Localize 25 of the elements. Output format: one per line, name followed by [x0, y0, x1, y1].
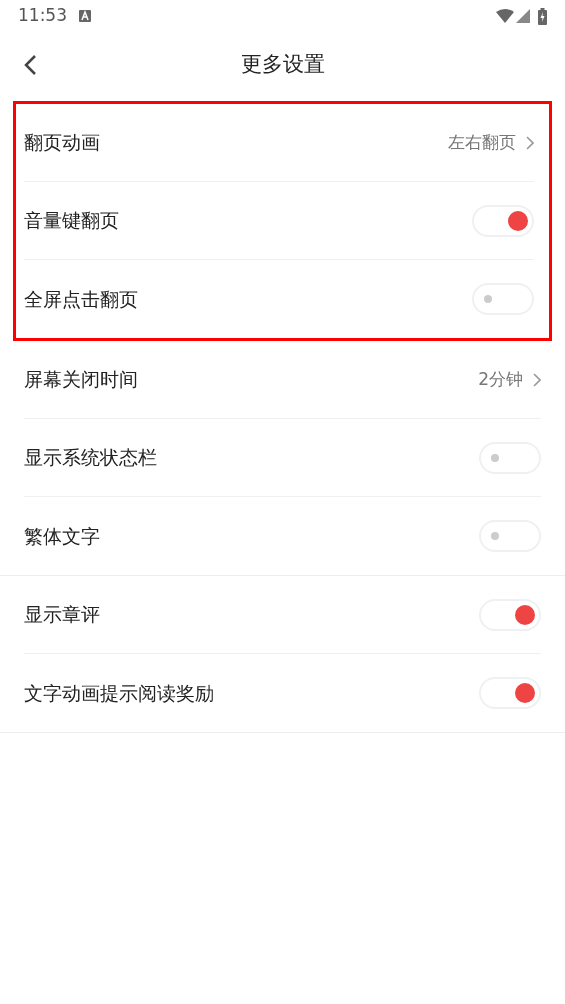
battery-icon [538, 7, 547, 25]
setting-label: 音量键翻页 [24, 208, 120, 234]
chevron-icon [533, 372, 541, 387]
value-selector[interactable]: 2分钟 [478, 366, 541, 393]
toggle-switch[interactable] [479, 441, 541, 474]
toggle-switch[interactable] [479, 677, 541, 709]
setting-label: 全屏点击翻页 [24, 286, 139, 312]
toggle-switch[interactable] [472, 283, 534, 315]
toggle-switch[interactable] [479, 598, 541, 631]
setting-label: 文字动画提示阅读奖励 [24, 680, 215, 706]
page-title: 更多设置 [240, 51, 325, 79]
status-time: 11:53 [18, 4, 67, 28]
notification-icon [79, 10, 91, 22]
wifi-icon [496, 9, 514, 23]
signal-icon [516, 9, 530, 23]
setting-label: 繁体文字 [24, 523, 101, 549]
setting-label: 屏幕关闭时间 [24, 367, 139, 393]
toggle-switch[interactable] [472, 204, 534, 237]
setting-label: 显示章评 [24, 602, 101, 628]
chevron-icon [526, 135, 534, 150]
back-icon [23, 54, 37, 76]
value-selector[interactable]: 左右翻页 [448, 129, 534, 156]
toggle-switch[interactable] [479, 520, 541, 552]
setting-label: 翻页动画 [24, 130, 101, 156]
setting-label: 显示系统状态栏 [24, 445, 158, 471]
